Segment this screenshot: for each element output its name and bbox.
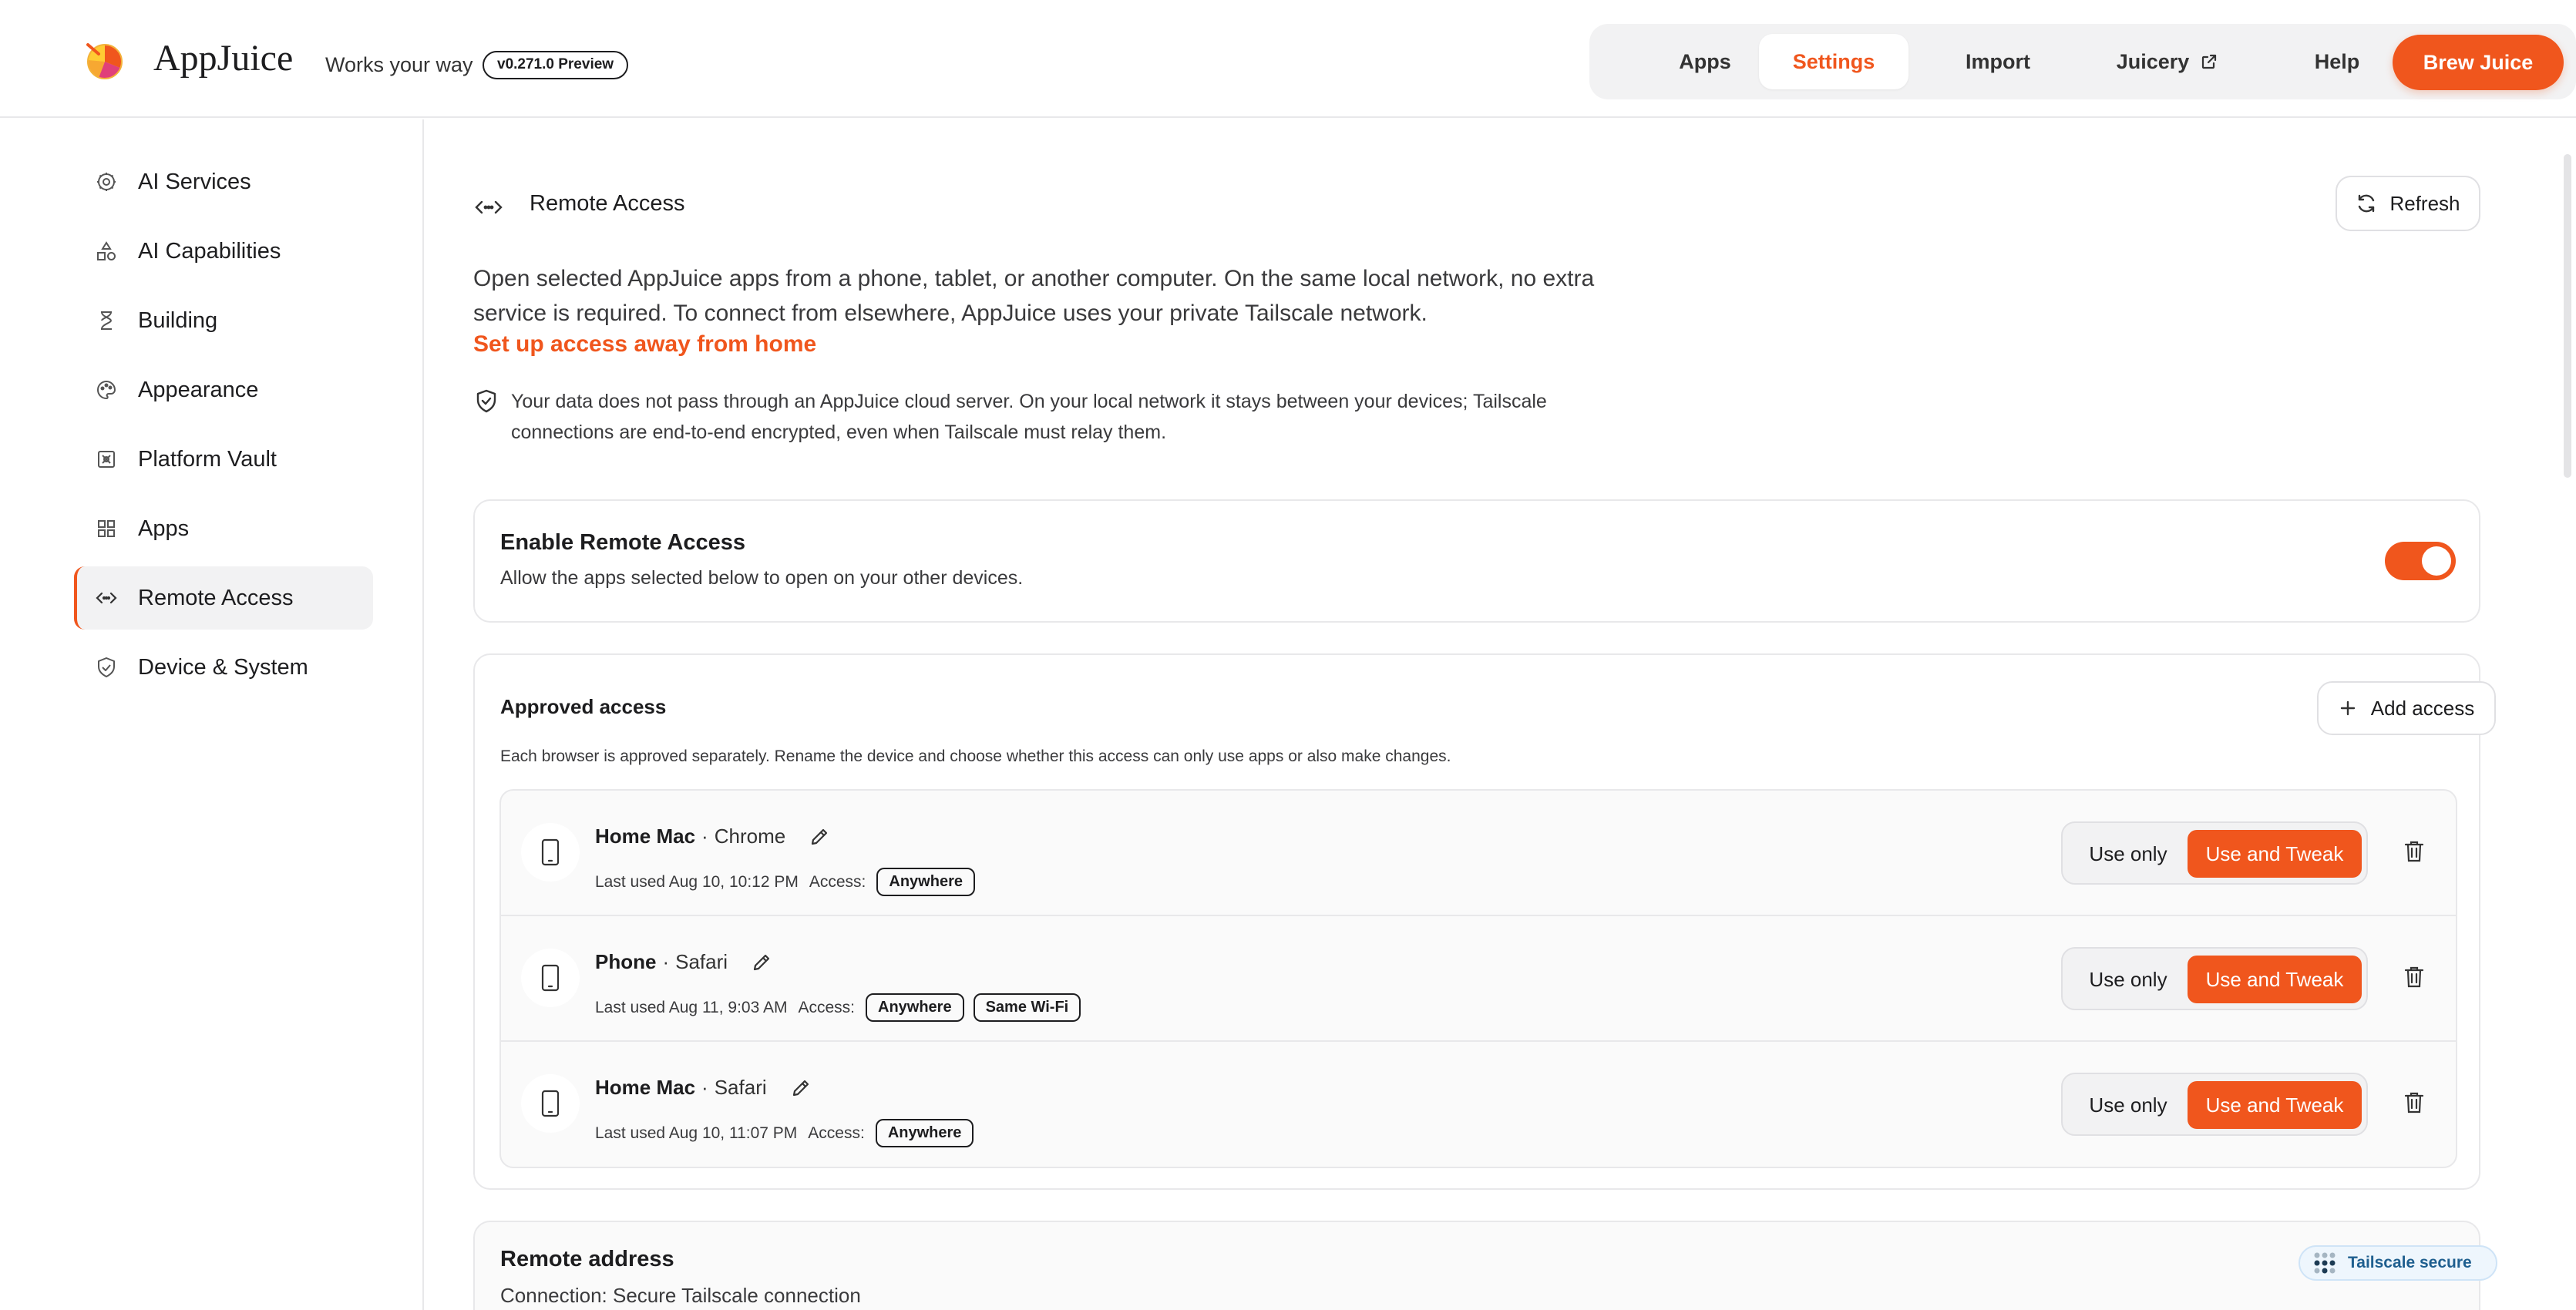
use-and-tweak-option[interactable]: Use and Tweak bbox=[2188, 830, 2362, 878]
add-access-button[interactable]: Add access bbox=[2317, 681, 2496, 735]
plus-icon bbox=[2340, 700, 2355, 716]
trash-icon[interactable] bbox=[2403, 1090, 2425, 1115]
device-row: Home Mac · Chrome Last used Aug 10, 10:12 … bbox=[501, 791, 2456, 916]
trash-icon[interactable] bbox=[2403, 839, 2425, 864]
hourglass-icon bbox=[101, 311, 113, 330]
tailscale-icon bbox=[2314, 1252, 2336, 1274]
device-row: Home Mac · Safari Last used Aug 10, 11:07 … bbox=[501, 1042, 2456, 1167]
sidebar-item-label: Building bbox=[138, 307, 218, 333]
phone-icon bbox=[541, 964, 560, 992]
device-meta: Last used Aug 10, 10:12 PM Access: Anywh… bbox=[595, 868, 984, 896]
sidebar-item-ai-services[interactable]: AI Services bbox=[74, 150, 373, 213]
sidebar-item-label: Remote Access bbox=[138, 585, 294, 610]
sidebar-item-appearance[interactable]: Appearance bbox=[74, 358, 373, 422]
appjuice-logo-icon[interactable] bbox=[82, 39, 125, 82]
tailscale-secure-badge: Tailscale secure bbox=[2299, 1245, 2497, 1281]
code-icon bbox=[475, 200, 503, 214]
refresh-button[interactable]: Refresh bbox=[2336, 176, 2480, 231]
toggle-knob bbox=[2422, 546, 2451, 576]
grid-icon bbox=[98, 520, 115, 537]
sidebar-item-label: AI Capabilities bbox=[138, 238, 281, 264]
device-icon-wrap bbox=[521, 823, 580, 882]
nav-import[interactable]: Import bbox=[1929, 34, 2067, 89]
remote-address-title: Remote address bbox=[500, 1247, 674, 1271]
device-name: Phone · Safari bbox=[595, 950, 772, 974]
approved-access-card: Approved access Add access Each browser … bbox=[473, 653, 2496, 1190]
brew-juice-button[interactable]: Brew Juice bbox=[2393, 35, 2564, 90]
external-link-icon bbox=[2202, 54, 2217, 69]
nav-apps[interactable]: Apps bbox=[1636, 34, 1774, 89]
remote-address-card: Remote address Connection: Secure Tailsc… bbox=[473, 1221, 2497, 1310]
pencil-icon[interactable] bbox=[809, 826, 830, 848]
refresh-icon bbox=[2359, 194, 2375, 213]
shapes-icon bbox=[97, 241, 116, 260]
settings-sidebar: AI Services AI Capabilities Building App… bbox=[0, 119, 424, 1310]
device-icon-wrap bbox=[521, 1074, 580, 1133]
approved-title: Approved access bbox=[500, 695, 667, 718]
code-icon bbox=[96, 592, 117, 604]
access-mode-selector: Use only Use and Tweak bbox=[2061, 947, 2368, 1010]
device-row: Phone · Safari Last used Aug 11, 9:03 AM A… bbox=[501, 916, 2456, 1042]
sidebar-item-label: Platform Vault bbox=[138, 446, 277, 472]
device-meta: Last used Aug 10, 11:07 PM Access: Anywh… bbox=[595, 1119, 983, 1147]
brand-name[interactable]: AppJuice bbox=[153, 37, 293, 79]
enable-title: Enable Remote Access bbox=[500, 530, 746, 555]
app-header: AppJuice Works your way v0.271.0 Preview… bbox=[0, 0, 2576, 118]
sidebar-item-remote-access[interactable]: Remote Access bbox=[74, 566, 373, 630]
sidebar-item-label: Device & System bbox=[138, 654, 308, 680]
use-and-tweak-option[interactable]: Use and Tweak bbox=[2188, 956, 2362, 1003]
page-title: Remote Access bbox=[530, 191, 685, 216]
use-and-tweak-option[interactable]: Use and Tweak bbox=[2188, 1081, 2362, 1129]
device-list: Home Mac · Chrome Last used Aug 10, 10:12 … bbox=[499, 789, 2457, 1168]
scope-pill: Anywhere bbox=[875, 1119, 974, 1147]
shield-icon bbox=[98, 657, 115, 677]
sidebar-item-platform-vault[interactable]: Platform Vault bbox=[74, 428, 373, 491]
access-mode-selector: Use only Use and Tweak bbox=[2061, 821, 2368, 885]
use-only-option[interactable]: Use only bbox=[2070, 956, 2186, 1003]
phone-icon bbox=[541, 1090, 560, 1117]
device-name: Home Mac · Safari bbox=[595, 1076, 812, 1100]
sidebar-item-building[interactable]: Building bbox=[74, 289, 373, 352]
palette-icon bbox=[97, 380, 116, 400]
device-icon-wrap bbox=[521, 949, 580, 1007]
pencil-icon[interactable] bbox=[751, 952, 772, 973]
approved-note: Each browser is approved separately. Ren… bbox=[500, 747, 1451, 765]
privacy-note: Your data does not pass through an AppJu… bbox=[511, 391, 1547, 443]
shield-check-icon bbox=[476, 389, 496, 413]
access-mode-selector: Use only Use and Tweak bbox=[2061, 1073, 2368, 1136]
intro-text: Open selected AppJuice apps from a phone… bbox=[473, 266, 1595, 326]
scope-pill: Anywhere bbox=[866, 993, 964, 1022]
sidebar-item-label: Apps bbox=[138, 516, 190, 541]
device-meta: Last used Aug 11, 9:03 AM Access: Anywhe… bbox=[595, 993, 1090, 1022]
sidebar-item-label: AI Services bbox=[138, 169, 251, 194]
phone-icon bbox=[541, 838, 560, 866]
sidebar-item-apps[interactable]: Apps bbox=[74, 497, 373, 560]
scope-pill: Anywhere bbox=[876, 868, 975, 896]
sidebar-item-ai-capabilities[interactable]: AI Capabilities bbox=[74, 220, 373, 283]
use-only-option[interactable]: Use only bbox=[2070, 1081, 2186, 1129]
settings-content: Remote Access Refresh Open selected AppJ… bbox=[425, 119, 2561, 1310]
use-only-option[interactable]: Use only bbox=[2070, 830, 2186, 878]
sidebar-item-label: Appearance bbox=[138, 377, 259, 402]
device-name: Home Mac · Chrome bbox=[595, 825, 830, 848]
nav-juicery[interactable]: Juicery bbox=[2083, 34, 2252, 89]
vault-icon bbox=[98, 451, 115, 468]
pencil-icon[interactable] bbox=[790, 1077, 812, 1099]
setup-away-link[interactable]: Set up access away from home bbox=[473, 331, 816, 358]
sidebar-item-device-system[interactable]: Device & System bbox=[74, 636, 373, 699]
connection-status: Connection: Secure Tailscale connection bbox=[500, 1284, 861, 1307]
enable-subtitle: Allow the apps selected below to open on… bbox=[500, 567, 1024, 589]
enable-remote-access-card: Enable Remote Access Allow the apps sele… bbox=[473, 499, 2480, 623]
scope-pill: Same Wi-Fi bbox=[973, 993, 1081, 1022]
trash-icon[interactable] bbox=[2403, 965, 2425, 989]
version-badge: v0.271.0 Preview bbox=[483, 51, 629, 79]
nav-help[interactable]: Help bbox=[2275, 34, 2399, 89]
brand-tagline: Works your way bbox=[325, 53, 473, 76]
gear-icon bbox=[97, 173, 116, 191]
enable-remote-access-toggle[interactable] bbox=[2385, 542, 2456, 580]
nav-settings[interactable]: Settings bbox=[1759, 34, 1908, 89]
page-scrollbar[interactable] bbox=[2564, 154, 2571, 478]
